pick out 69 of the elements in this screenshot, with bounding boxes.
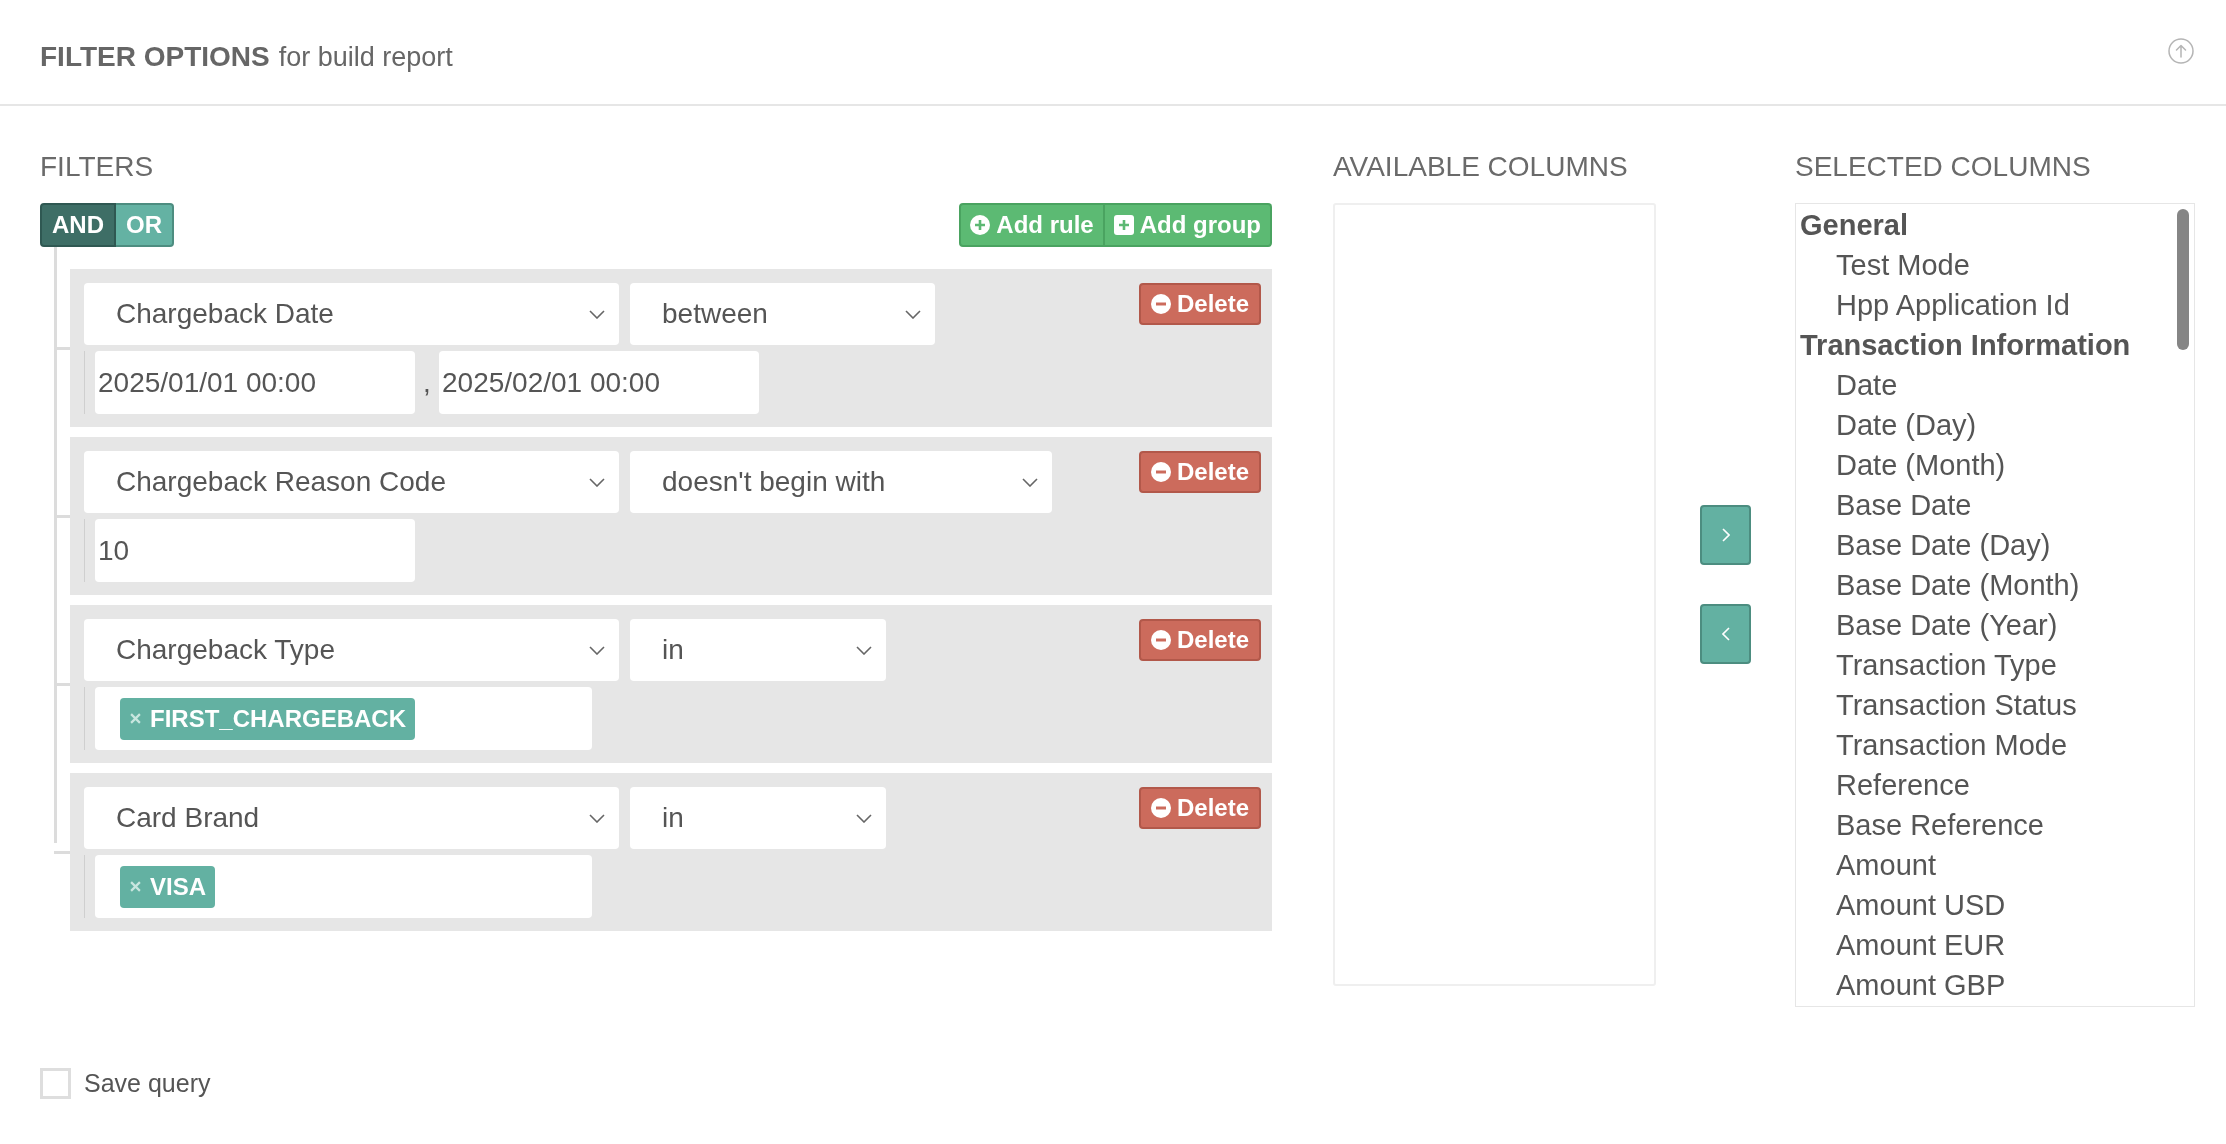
chevron-down-icon	[589, 477, 605, 487]
checkbox[interactable]	[40, 1068, 71, 1099]
value-tag: VISA	[120, 865, 215, 908]
value-tag: FIRST_CHARGEBACK	[120, 697, 415, 740]
column-option[interactable]: Date (Month)	[1800, 445, 2006, 485]
chevron-left-icon	[1721, 627, 1730, 641]
move-right-button[interactable]	[1700, 505, 1751, 565]
column-option[interactable]: Amount	[1800, 845, 1936, 885]
minus-circle-icon	[1150, 462, 1171, 482]
column-option[interactable]: Base Reference	[1800, 805, 2044, 845]
scrollbar[interactable]	[2177, 209, 2189, 350]
date-field[interactable]: 2025/02/01 00:00	[439, 351, 759, 414]
minus-circle-icon	[1150, 294, 1171, 314]
checkbox-label[interactable]: Save query	[84, 1069, 211, 1098]
chevron-down-icon	[589, 309, 605, 319]
delete-button[interactable]: Delete	[1138, 619, 1261, 661]
chevron-down-icon	[1022, 477, 1039, 487]
text-field[interactable]: 10	[95, 519, 415, 582]
date-field[interactable]: 2025/01/01 00:00	[95, 351, 415, 414]
column-option[interactable]: Base Date	[1800, 485, 1972, 525]
field-select[interactable]: Card Brand	[84, 787, 619, 849]
field-select[interactable]: Chargeback Reason Code	[84, 451, 619, 513]
move-left-button[interactable]	[1700, 604, 1751, 664]
column-option[interactable]: Amount GBP	[1800, 965, 2006, 1005]
panel-title: FILTER OPTIONS	[40, 41, 270, 73]
chevron-down-icon	[589, 645, 605, 655]
range-separator: ,	[422, 366, 432, 399]
arrow-up-circle-icon[interactable]	[2168, 38, 2194, 64]
column-group-label: General	[1800, 208, 1908, 243]
operator-select[interactable]: in	[630, 787, 886, 849]
chevron-down-icon	[856, 645, 872, 655]
chevron-down-icon	[856, 813, 872, 823]
chevron-down-icon	[589, 813, 605, 823]
delete-button[interactable]: Delete	[1138, 787, 1261, 829]
column-option[interactable]: Date	[1800, 365, 1898, 405]
field-select[interactable]: Chargeback Date	[84, 283, 619, 345]
column-option[interactable]: Transaction Type	[1800, 645, 2057, 685]
panel-subtitle: for build report	[278, 42, 453, 73]
column-option[interactable]: Test Mode	[1800, 245, 1970, 285]
delete-button[interactable]: Delete	[1138, 283, 1261, 325]
column-option[interactable]: Amount EUR	[1800, 925, 2006, 965]
chevron-right-icon	[1721, 528, 1730, 542]
column-option[interactable]: Base Date (Year)	[1800, 605, 2058, 645]
operator-select[interactable]: in	[630, 619, 886, 681]
column-option[interactable]: Amount USD	[1800, 885, 2006, 925]
section-heading: SELECTED COLUMNS	[1795, 150, 2092, 184]
column-option[interactable]: Transaction Status	[1800, 685, 2077, 725]
plus-square-icon	[1113, 215, 1134, 235]
delete-button[interactable]: Delete	[1138, 451, 1261, 493]
column-option[interactable]: Hpp Application Id	[1800, 285, 2070, 325]
column-option[interactable]: Base Date (Month)	[1800, 565, 2080, 605]
column-option[interactable]: Transaction Mode	[1800, 725, 2068, 765]
section-heading: FILTERS	[40, 150, 155, 184]
chevron-down-icon	[904, 309, 921, 319]
operator-select[interactable]: between	[630, 283, 935, 345]
operator-select[interactable]: doesn't begin with	[630, 451, 1053, 513]
close-icon[interactable]	[130, 881, 141, 892]
field-select[interactable]: Chargeback Type	[84, 619, 619, 681]
column-option[interactable]: Base Date (Day)	[1800, 525, 2051, 565]
minus-circle-icon	[1150, 798, 1171, 818]
plus-circle-icon	[970, 215, 991, 235]
column-group-label: Transaction Information	[1800, 328, 2131, 363]
column-option[interactable]: Reference	[1800, 765, 1970, 805]
minus-circle-icon	[1150, 630, 1171, 650]
condition-toggle[interactable]: AND	[40, 203, 116, 247]
column-option[interactable]: Date (Day)	[1800, 405, 1977, 445]
section-heading: AVAILABLE COLUMNS	[1333, 150, 1629, 184]
close-icon[interactable]	[130, 713, 141, 724]
selected-columns-list[interactable]	[1795, 203, 2195, 1007]
